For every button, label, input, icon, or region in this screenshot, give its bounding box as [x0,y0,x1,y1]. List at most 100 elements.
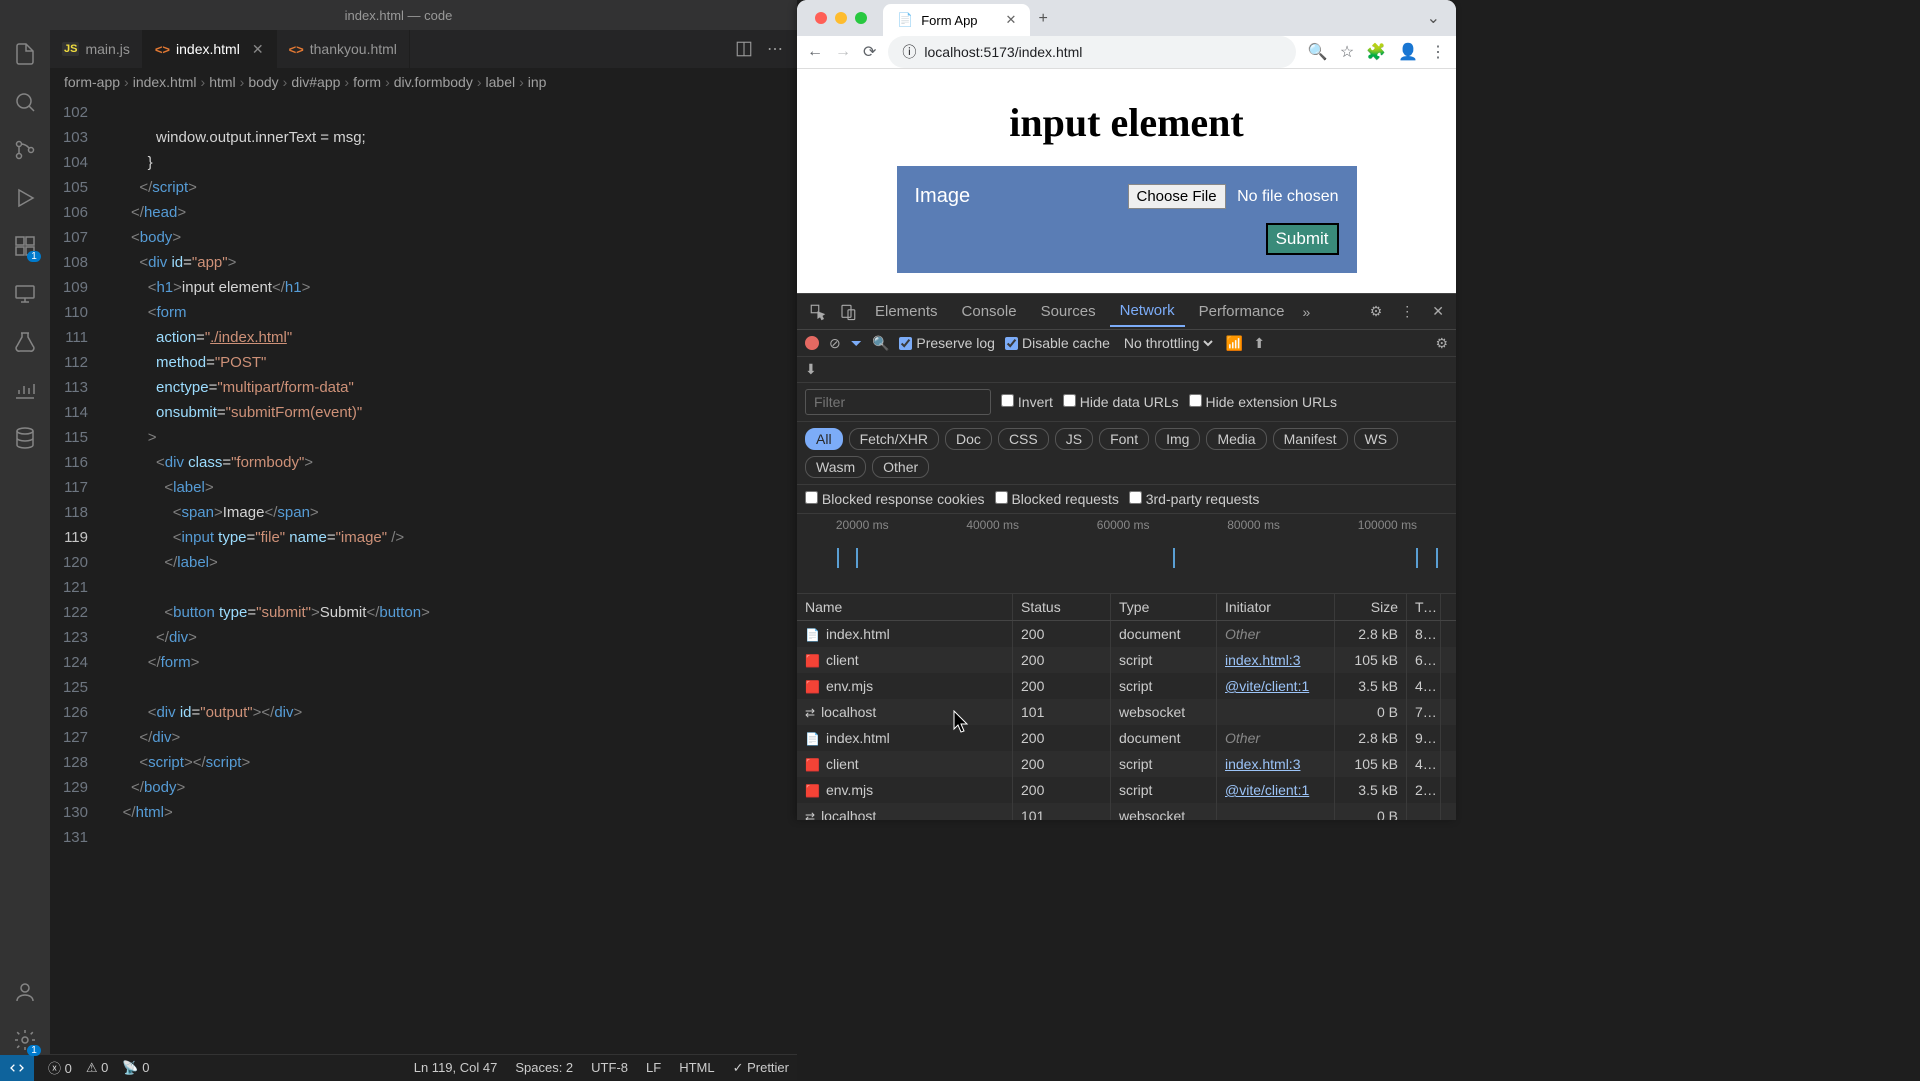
search-network-icon[interactable]: 🔍 [872,335,889,352]
testing-icon[interactable] [11,328,39,356]
third-party-checkbox[interactable]: 3rd-party requests [1129,491,1260,507]
table-row[interactable]: 🟥client200scriptindex.html:3105 kB6 ... [797,647,1456,673]
disable-cache-checkbox[interactable]: Disable cache [1005,335,1110,351]
col-name[interactable]: Name [797,594,1013,620]
zoom-icon[interactable]: 🔍 [1308,42,1328,62]
breadcrumb-segment[interactable]: inp [528,74,547,90]
extensions-puzzle-icon[interactable]: 🧩 [1366,42,1386,62]
import-har-icon[interactable]: ⬆ [1253,335,1265,352]
export-har-icon[interactable]: ⬇ [805,361,817,378]
back-icon[interactable]: ← [807,43,823,61]
minimize-window-icon[interactable] [835,12,847,24]
hide-ext-urls-checkbox[interactable]: Hide extension URLs [1189,394,1337,410]
maximize-window-icon[interactable] [855,12,867,24]
expand-tabs-icon[interactable]: ⌄ [1419,0,1448,36]
network-conditions-icon[interactable]: 📶 [1226,335,1243,352]
prettier-status[interactable]: ✓ Prettier [733,1060,789,1076]
table-header[interactable]: Name Status Type Initiator Size Ti... [797,594,1456,621]
chip-css[interactable]: CSS [998,428,1049,450]
code-editor[interactable]: 1021031041051061071081091101111121131141… [50,96,797,1054]
new-tab-button[interactable]: + [1030,2,1055,36]
table-row[interactable]: 📄index.html200documentOther2.8 kB9 ... [797,725,1456,751]
chip-all[interactable]: All [805,428,843,450]
table-row[interactable]: ⇄localhost101websocket0 B7.... [797,699,1456,725]
search-icon[interactable] [11,88,39,116]
menu-kebab-icon[interactable]: ⋮ [1430,42,1446,62]
network-timeline[interactable]: 20000 ms40000 ms60000 ms80000 ms100000 m… [797,514,1456,594]
tab-console[interactable]: Console [952,297,1027,326]
network-settings-icon[interactable]: ⚙ [1435,335,1448,352]
breadcrumb-segment[interactable]: html [209,74,235,90]
invert-checkbox[interactable]: Invert [1001,394,1053,410]
encoding-status[interactable]: UTF-8 [591,1060,628,1076]
forward-icon[interactable]: → [835,43,851,61]
col-size[interactable]: Size [1335,594,1407,620]
settings-gear-icon[interactable]: 1 [11,1026,39,1054]
devtools-close-icon[interactable]: ✕ [1428,299,1448,324]
blocked-cookies-checkbox[interactable]: Blocked response cookies [805,491,985,507]
table-row[interactable]: 🟥client200scriptindex.html:3105 kB4 ... [797,751,1456,777]
col-type[interactable]: Type [1111,594,1217,620]
tab-sources[interactable]: Sources [1031,297,1106,326]
breadcrumb[interactable]: form-app › index.html › html › body › di… [50,68,797,96]
tab-performance[interactable]: Performance [1189,297,1295,326]
chip-img[interactable]: Img [1155,428,1200,450]
bookmark-icon[interactable]: ☆ [1340,42,1354,62]
choose-file-button[interactable]: Choose File [1128,184,1226,209]
chip-ws[interactable]: WS [1354,428,1399,450]
col-initiator[interactable]: Initiator [1217,594,1335,620]
extensions-icon[interactable]: 1 [11,232,39,260]
preserve-log-checkbox[interactable]: Preserve log [899,335,995,351]
warnings-count[interactable]: ⚠ 0 [86,1060,109,1076]
record-icon[interactable] [805,336,819,350]
breadcrumb-segment[interactable]: form [353,74,381,90]
hide-data-urls-checkbox[interactable]: Hide data URLs [1063,394,1179,410]
cursor-position[interactable]: Ln 119, Col 47 [414,1060,498,1076]
breadcrumb-segment[interactable]: div.formbody [394,74,473,90]
breadcrumb-segment[interactable]: label [486,74,516,90]
source-control-icon[interactable] [11,136,39,164]
network-filter-input[interactable] [805,389,991,415]
more-tabs-icon[interactable]: » [1299,300,1315,324]
device-toggle-icon[interactable] [835,299,861,325]
devtools-menu-icon[interactable]: ⋮ [1396,299,1418,324]
address-bar[interactable]: ⓘ localhost:5173/index.html [888,36,1295,68]
tab-elements[interactable]: Elements [865,297,948,326]
database-icon[interactable] [11,424,39,452]
browser-tab[interactable]: 📄 Form App ✕ [883,4,1030,36]
throttling-select[interactable]: No throttling [1120,334,1216,352]
close-window-icon[interactable] [815,12,827,24]
col-status[interactable]: Status [1013,594,1111,620]
submit-button[interactable]: Submit [1266,223,1339,255]
run-debug-icon[interactable] [11,184,39,212]
chip-doc[interactable]: Doc [945,428,992,450]
clear-icon[interactable]: ⊘ [829,335,841,352]
inspect-element-icon[interactable] [805,299,831,325]
chip-fetchxhr[interactable]: Fetch/XHR [849,428,939,450]
col-time[interactable]: Ti... [1407,594,1441,620]
remote-explorer-icon[interactable] [11,280,39,308]
profile-icon[interactable]: 👤 [1398,42,1418,62]
remote-indicator-icon[interactable] [0,1055,34,1081]
tab-main-js[interactable]: JSmain.js [50,30,143,68]
breadcrumb-segment[interactable]: index.html [133,74,197,90]
tab-close-icon[interactable]: ✕ [1006,12,1017,28]
devtools-settings-icon[interactable]: ⚙ [1366,299,1387,324]
more-actions-icon[interactable]: ⋯ [767,39,783,59]
errors-count[interactable]: ⓧ 0 [48,1058,72,1077]
graph-icon[interactable] [11,376,39,404]
chip-other[interactable]: Other [872,456,929,478]
eol-status[interactable]: LF [646,1060,661,1076]
table-row[interactable]: 🟥env.mjs200script@vite/client:13.5 kB2 .… [797,777,1456,803]
blocked-requests-checkbox[interactable]: Blocked requests [995,491,1119,507]
explorer-icon[interactable] [11,40,39,68]
tab-network[interactable]: Network [1110,296,1185,327]
split-editor-icon[interactable] [735,40,753,58]
table-row[interactable]: 📄index.html200documentOther2.8 kB8 ... [797,621,1456,647]
table-row[interactable]: ⇄localhost101websocket0 B [797,803,1456,820]
language-status[interactable]: HTML [679,1060,714,1076]
chip-manifest[interactable]: Manifest [1273,428,1348,450]
tab-index-html[interactable]: <>index.html✕ [143,30,277,68]
account-icon[interactable] [11,978,39,1006]
breadcrumb-segment[interactable]: body [248,74,278,90]
